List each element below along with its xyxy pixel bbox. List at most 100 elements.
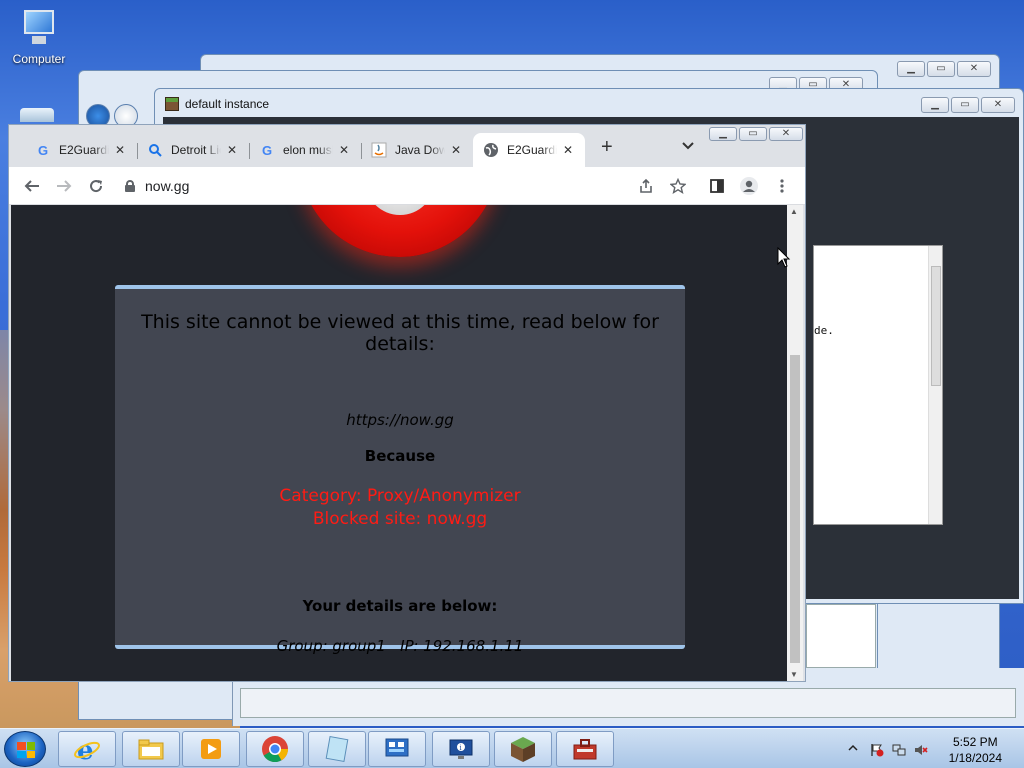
share-icon [640,178,652,193]
taskbar-file-explorer[interactable] [122,731,180,767]
minecraft-icon [165,97,179,111]
maximize-button[interactable]: ▭ [739,127,767,141]
globe-icon [483,142,499,158]
java-monitor-icon: i [447,735,475,763]
taskbar-control-panel[interactable] [368,731,426,767]
status-strip [240,688,1016,718]
tab-e2guardian-active[interactable]: E2Guardian ✕ [473,133,585,167]
search-icon [147,142,163,158]
details-heading: Your details are below: [302,597,498,615]
clock-time: 5:52 PM [952,735,998,749]
desktop-icon-computer[interactable]: Computer [6,8,72,66]
blocked-url: https://now.gg [346,411,454,429]
block-heading: This site cannot be viewed at this time,… [141,311,659,355]
close-tab-icon[interactable]: ✕ [561,143,575,157]
block-message-box: This site cannot be viewed at this time,… [115,285,685,655]
block-category: Category: Proxy/Anonymizer [279,486,521,506]
computer-icon [16,8,62,48]
minimize-button[interactable]: ▁ [897,61,925,77]
tab-strip: G E2Guardian ✕ Detroit Lions ✕ G elon mu… [25,133,585,167]
browser-window[interactable]: ▁ ▭ ✕ G E2Guardian ✕ Detroit Lions ✕ G e… [8,124,806,682]
console-panel: de. [813,245,943,525]
forward-arrow-icon [57,180,72,192]
minimize-button[interactable]: ▁ [921,97,949,113]
menu-button[interactable] [771,175,793,197]
close-button[interactable]: ✕ [981,97,1015,113]
forward-button[interactable] [53,175,75,197]
block-reason: Category: Proxy/Anonymizer Blocked site:… [115,485,685,531]
side-panel-icon [710,179,724,193]
browser-toolbar: now.gg [9,167,805,205]
clock[interactable]: 5:52 PM 1/18/2024 [949,734,1002,766]
toolbox-icon [571,735,599,763]
star-icon [670,178,686,194]
action-center-flag-icon[interactable] [870,743,884,757]
user-details: Group: group1 IP: 192.168.1.11 [276,637,524,655]
taskbar-notepad[interactable] [308,731,366,767]
scroll-down-icon[interactable]: ▼ [790,670,798,679]
reload-button[interactable] [85,175,107,197]
show-hidden-icons-chevron-icon[interactable] [848,742,862,754]
tab-java-download[interactable]: Java Download ✕ [361,133,473,167]
kebab-menu-icon [780,179,784,193]
windows-logo-icon [17,742,35,758]
recycle-bin-icon[interactable] [20,108,54,122]
share-button[interactable] [635,175,657,197]
because-label: Because [364,447,436,465]
maximize-button[interactable]: ▭ [927,61,955,77]
file-explorer-icon [137,735,165,763]
e2guardian-logo [299,205,499,257]
media-player-icon [197,735,225,763]
clock-date: 1/18/2024 [948,751,1002,765]
notepad-icon [323,735,351,763]
tab-elon-musk[interactable]: G elon musk ✕ [249,133,361,167]
back-button[interactable] [21,175,43,197]
google-icon: G [261,142,273,158]
bookmark-button[interactable] [667,175,689,197]
address-bar[interactable]: now.gg [119,173,699,199]
back-arrow-icon [24,180,39,192]
taskbar-toolbox[interactable] [556,731,614,767]
control-panel-icon [383,735,411,763]
close-tab-icon[interactable]: ✕ [337,143,351,157]
tab-search-chevron-icon[interactable] [681,139,695,153]
reload-icon [90,180,103,193]
maximize-button[interactable]: ▭ [951,97,979,113]
url-text[interactable]: now.gg [145,178,189,194]
java-icon [371,142,387,158]
background-panel [806,604,876,668]
mouse-cursor-icon [777,246,791,272]
launcher-title: default instance [165,97,269,111]
chrome-icon [261,735,289,763]
tab-e2guardian-1[interactable]: G E2Guardian ✕ [25,133,137,167]
taskbar-internet-explorer[interactable]: e [58,731,116,767]
lock-icon[interactable] [125,180,135,192]
page-scrollbar[interactable]: ▲ ▼ [787,205,803,681]
internet-explorer-icon: e [73,735,101,766]
block-site: Blocked site: now.gg [312,509,488,529]
close-button[interactable]: ✕ [957,61,991,77]
scroll-up-icon[interactable]: ▲ [790,207,798,216]
volume-muted-icon[interactable] [914,743,928,755]
close-button[interactable]: ✕ [769,127,803,141]
start-button[interactable] [4,731,46,767]
new-tab-button[interactable]: + [601,137,613,157]
google-icon: G [37,142,49,158]
close-tab-icon[interactable]: ✕ [113,143,127,157]
taskbar-media-player[interactable] [182,731,240,767]
close-tab-icon[interactable]: ✕ [225,143,239,157]
console-scrollbar[interactable] [928,246,942,524]
tab-detroit-lions[interactable]: Detroit Lions ✕ [137,133,249,167]
desktop-icon-label: Computer [12,52,66,66]
taskbar-minecraft[interactable] [494,731,552,767]
system-tray: 5:52 PM 1/18/2024 [834,729,1024,768]
side-panel-button[interactable] [706,175,728,197]
minimize-button[interactable]: ▁ [709,127,737,141]
network-icon[interactable] [892,743,906,756]
taskbar-chrome[interactable] [246,731,304,767]
profile-button[interactable] [738,175,760,197]
taskbar-java-monitor[interactable]: i [432,731,490,767]
close-tab-icon[interactable]: ✕ [449,143,463,157]
page-viewport: This site cannot be viewed at this time,… [11,205,787,681]
scrollbar-thumb[interactable] [790,355,800,663]
